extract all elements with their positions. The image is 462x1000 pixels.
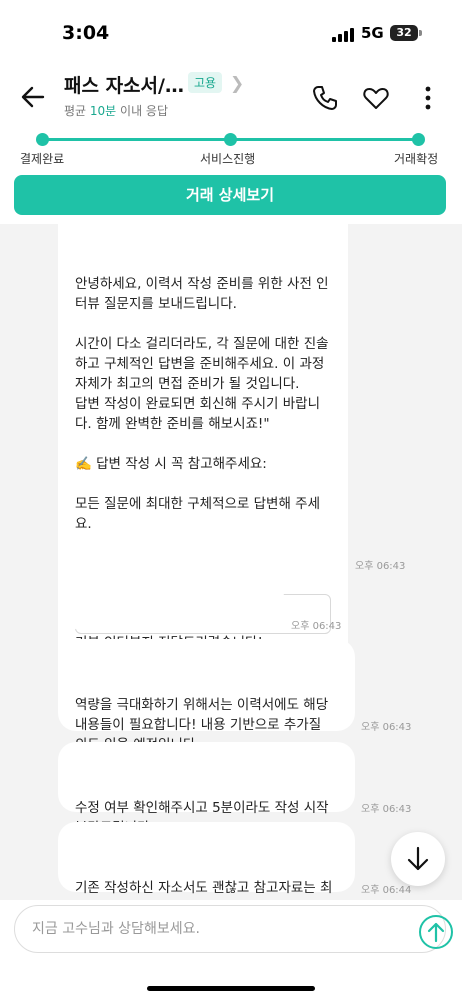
- message-composer: [0, 900, 462, 1000]
- progress-dot-paid: [36, 133, 49, 146]
- message-time: 오후 06:43: [291, 621, 342, 632]
- deal-progress: 결제완료 서비스진행 거래확정: [0, 128, 462, 168]
- message-input-wrapper: [14, 905, 453, 953]
- signal-icon: [332, 27, 354, 42]
- more-vertical-icon[interactable]: [413, 83, 443, 113]
- chat-header: 패스 자소서/… 고용 ❯ 평균 10분 이내 응답: [0, 58, 462, 128]
- message-bubble: 기존 작성하신 자소서도 괜찮고 참고자료는 최 대한 보내주시면 감사하겠습니…: [58, 822, 355, 896]
- step-label-paid: 결제완료: [20, 152, 65, 166]
- message-bubble: 기본 인터뷰지 전달드리렸습니다!: [58, 579, 284, 651]
- deal-detail-button[interactable]: 거래 상세보기: [14, 175, 446, 215]
- response-time-prefix: 평균: [64, 104, 90, 118]
- home-indicator: [147, 986, 315, 991]
- message-text: 기존 작성하신 자소서도 괜찮고 참고자료는 최 대한 보내주시면 감사하겠습니…: [75, 880, 333, 896]
- response-time-suffix: 이내 응답: [116, 104, 169, 118]
- step-label-in-progress: 서비스진행: [200, 152, 256, 166]
- back-arrow-icon[interactable]: [18, 82, 48, 112]
- step-label-confirmed: 거래확정: [394, 152, 439, 166]
- response-time: 평균 10분 이내 응답: [64, 102, 168, 119]
- status-time: 3:04: [62, 22, 110, 44]
- heart-icon[interactable]: [361, 83, 391, 113]
- message-time: 오후 06:43: [355, 561, 406, 572]
- chevron-right-icon[interactable]: ❯: [230, 74, 244, 94]
- arrow-down-icon: [407, 846, 429, 871]
- message-input[interactable]: [30, 920, 394, 938]
- page-title[interactable]: 패스 자소서/…: [64, 71, 184, 98]
- status-bar: 3:04 5G 32: [0, 0, 462, 58]
- message-time: 오후 06:43: [361, 804, 412, 815]
- progress-dot-confirmed: [412, 133, 425, 146]
- employment-badge: 고용: [188, 72, 223, 93]
- message-time: 오후 06:43: [361, 722, 412, 733]
- battery-icon: 32: [390, 25, 418, 41]
- phone-icon[interactable]: [310, 83, 340, 113]
- send-arrow-icon[interactable]: [418, 914, 454, 950]
- scroll-to-bottom-button[interactable]: [391, 832, 445, 886]
- message-bubble: 수정 여부 확인해주시고 5분이라도 작성 시작 부탁드립니다!: [58, 742, 355, 836]
- network-label: 5G: [361, 24, 384, 42]
- chat-messages[interactable]: 안녕하세요, 이력서 작성 준비를 위한 사전 인 터뷰 질문지를 보내드립니다…: [0, 224, 462, 900]
- battery-cap: [419, 30, 422, 36]
- response-time-value: 10분: [89, 104, 117, 118]
- message-text: 안녕하세요, 이력서 작성 준비를 위한 사전 인 터뷰 질문지를 보내드립니다…: [75, 276, 329, 532]
- progress-dot-in-progress: [224, 133, 237, 146]
- message-bubble: 역량을 극대화하기 위해서는 이력서에도 해당 내용들이 필요합니다! 내용 기…: [58, 639, 355, 753]
